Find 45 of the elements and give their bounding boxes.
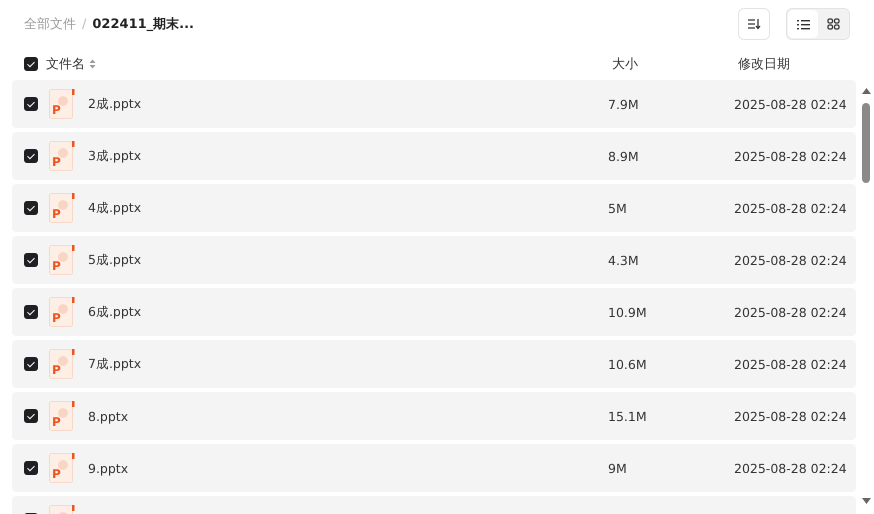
modified-date: 2025-08-28 02:24: [734, 460, 847, 476]
file-name[interactable]: 9.pptx: [88, 460, 608, 476]
file-name[interactable]: 6成.pptx: [88, 304, 608, 320]
file-size: 10.6M: [608, 356, 648, 372]
column-header: 大小: [612, 56, 639, 73]
presentation-file-icon: P: [49, 141, 75, 171]
file-row[interactable]: P 7成.pptx 10.6M 2025-08-28 02:24: [12, 340, 856, 388]
column-header[interactable]: 文件名: [46, 55, 85, 73]
modified-date: 2025-08-28 02:24: [734, 252, 847, 268]
file-name[interactable]: 3成.pptx: [88, 148, 608, 164]
modified-date: 2025-08-28 02:24: [734, 304, 847, 320]
file-row[interactable]: P 4成.pptx 5M 2025-08-28 02:24: [12, 184, 856, 232]
file-row[interactable]: P 5成.pptx 4.3M 2025-08-28 02:24: [12, 236, 856, 284]
presentation-file-icon: P: [49, 349, 75, 379]
file-size: 5M: [608, 200, 628, 216]
file-name[interactable]: 4成.pptx: [88, 200, 608, 216]
file-row[interactable]: P 8.pptx 15.1M 2025-08-28 02:24: [12, 392, 856, 440]
file-name[interactable]: 2成.pptx: [88, 96, 608, 112]
presentation-file-icon: P: [49, 297, 75, 327]
presentation-file-icon: P: [49, 453, 75, 483]
file-row[interactable]: P 6成.pptx 10.9M 2025-08-28 02:24: [12, 288, 856, 336]
file-name[interactable]: 7成.pptx: [88, 356, 608, 372]
modified-date: 2025-08-28 02:24: [734, 96, 847, 112]
file-name[interactable]: 8.pptx: [88, 408, 608, 424]
file-row[interactable]: P 2成.pptx 7.9M 2025-08-28 02:24: [12, 80, 856, 128]
modified-date: 2025-08-28 02:24: [734, 408, 847, 424]
modified-date: 2025-08-28 02:24: [734, 200, 847, 216]
modified-date: 2025-08-28 02:24: [734, 356, 847, 372]
presentation-file-icon: P: [49, 245, 75, 275]
file-size: 7.9M: [608, 96, 640, 112]
presentation-file-icon: P: [49, 401, 75, 431]
file-size: 8.9M: [608, 148, 640, 164]
file-size: 4.3M: [608, 252, 640, 268]
presentation-file-icon: P: [49, 193, 75, 223]
file-size: 9M: [608, 460, 628, 476]
presentation-file-icon: P: [49, 89, 75, 119]
breadcrumb-current: 022411_期末...: [92, 16, 194, 33]
file-size: 15.1M: [608, 408, 648, 424]
file-row[interactable]: P 3成.pptx 8.9M 2025-08-28 02:24: [12, 132, 856, 180]
file-name[interactable]: 5成.pptx: [88, 252, 608, 268]
column-header: 修改日期: [738, 56, 790, 73]
breadcrumb-separator: /: [82, 16, 86, 32]
modified-date: 2025-08-28 02:24: [734, 148, 847, 164]
file-size: 10.9M: [608, 304, 648, 320]
file-row[interactable]: P 9.pptx 9M 2025-08-28 02:24: [12, 444, 856, 492]
